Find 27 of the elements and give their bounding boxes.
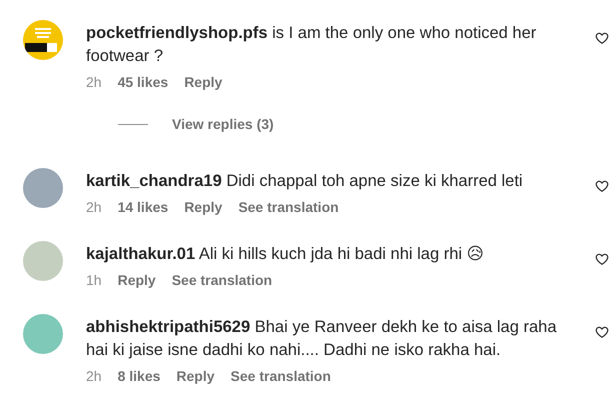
see-translation-link[interactable]: See translation <box>230 368 331 384</box>
avatar-photo-placeholder <box>23 314 63 354</box>
reply-link[interactable]: Reply <box>184 199 222 215</box>
likes-count[interactable]: 14 likes <box>118 199 168 215</box>
comment-time: 2h <box>86 368 102 384</box>
likes-count[interactable]: 45 likes <box>118 74 168 90</box>
comment-text: abhishektripathi5629 Bhai ye Ranveer dekh ke to aisa lag raha hai ki jaise isne dadhi ko nahi.... Dadhi ne isko rakha hai. <box>86 317 558 361</box>
comment-time: 2h <box>86 199 102 215</box>
view-replies-link[interactable]: View replies (3) <box>172 116 274 132</box>
heart-icon[interactable] <box>595 325 609 339</box>
comment-time: 2h <box>86 74 102 90</box>
reply-link[interactable]: Reply <box>176 368 215 384</box>
heart-icon[interactable] <box>595 252 609 266</box>
avatar-logo-icon <box>23 20 63 60</box>
reply-link[interactable]: Reply <box>118 272 156 288</box>
see-translation-link[interactable]: See translation <box>238 199 339 215</box>
heart-icon[interactable] <box>595 31 609 45</box>
avatar-photo-placeholder <box>23 241 63 281</box>
see-translation-link[interactable]: See translation <box>172 272 272 288</box>
comment-text: pocketfriendlyshop.pfs is I am the only one who noticed her footwear ? <box>86 23 538 67</box>
likes-count[interactable]: 8 likes <box>118 368 160 384</box>
reply-link[interactable]: Reply <box>184 74 222 90</box>
avatar-photo-placeholder <box>23 168 63 208</box>
comment-text: kartik_chandra19 Didi chappal toh apne size ki kharred leti <box>86 171 524 192</box>
heart-icon[interactable] <box>595 179 609 193</box>
comment-text: kajalthakur.01 Ali ki hills kuch jda hi badi nhi lag rhi 😥 <box>86 244 485 265</box>
comment-time: 1h <box>86 272 102 288</box>
